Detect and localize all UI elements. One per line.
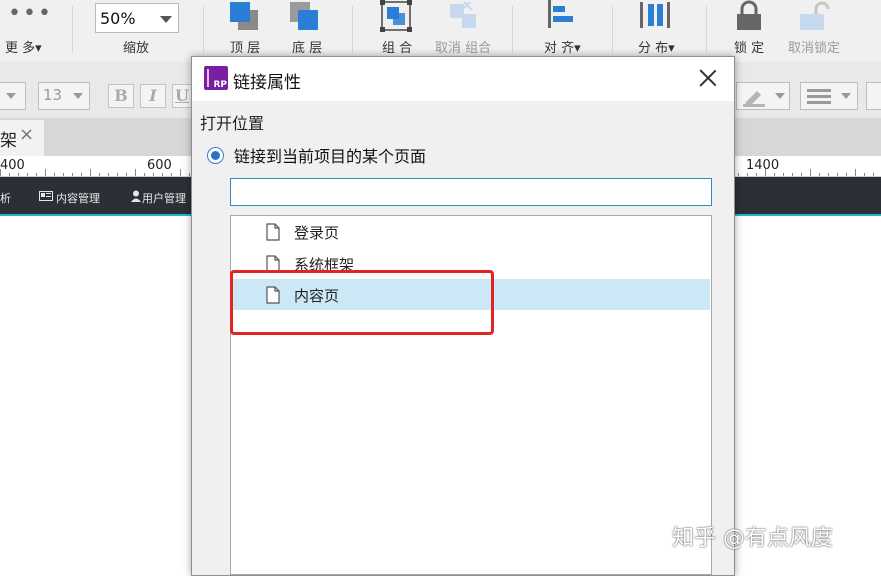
zoom-select[interactable]: 50% <box>95 3 179 33</box>
line-style-select[interactable] <box>800 82 858 110</box>
more-dots-icon: ••• <box>8 1 53 26</box>
lock-label: 锁 定 <box>734 41 765 56</box>
ruler-tick <box>45 169 46 176</box>
italic-button[interactable]: I <box>140 84 166 108</box>
ruler-tick <box>135 169 136 176</box>
lock-icon <box>737 0 761 30</box>
ungroup-icon <box>450 1 476 28</box>
bold-button[interactable]: B <box>108 84 134 108</box>
send-to-back-button[interactable]: 底 层 <box>284 0 334 62</box>
bring-front-label: 顶 层 <box>230 41 261 56</box>
toolbar-divider <box>72 6 73 52</box>
distribute-icon <box>640 2 670 28</box>
toolbar-divider <box>352 6 353 52</box>
send-back-label: 底 层 <box>292 41 323 56</box>
send-back-icon <box>290 2 318 30</box>
bring-front-icon <box>230 2 258 30</box>
link-to-page-label[interactable]: 链接到当前项目的某个页面 <box>234 143 426 167</box>
lock-button[interactable]: 锁 定 <box>726 0 776 62</box>
distribute-label: 分 布▾ <box>638 41 675 56</box>
tree-item-login[interactable]: 登录页 <box>232 216 710 247</box>
page-icon <box>266 223 280 241</box>
font-size-select[interactable]: 13 <box>38 82 90 110</box>
more-label: 更 多▾ <box>5 41 42 56</box>
tab-label: 架 <box>0 131 17 151</box>
ungroup-label: 取消 组合 <box>435 41 492 56</box>
line-width-select[interactable] <box>866 82 881 110</box>
news-icon <box>39 191 53 201</box>
toolbar-divider <box>512 6 513 52</box>
align-left-icon <box>548 0 573 28</box>
page-search-input[interactable] <box>230 178 712 206</box>
distribute-dropdown[interactable]: 分 布▾ <box>632 0 688 62</box>
chevron-down-icon <box>841 93 851 99</box>
ruler-label: 600 <box>147 158 172 173</box>
tree-item-label: 登录页 <box>294 224 340 242</box>
toolbar-divider <box>612 6 613 52</box>
unlock-label: 取消锁定 <box>788 41 841 56</box>
ruler-label: 1400 <box>746 158 780 173</box>
font-family-select[interactable] <box>0 82 26 110</box>
ungroup-button[interactable]: 取消 组合 <box>432 0 502 62</box>
axure-rp-logo-icon: RP <box>204 66 228 90</box>
watermark: 知乎 @有点风度 <box>672 526 833 551</box>
main-toolbar: ••• 更 多▾ 50% 缩放 顶 层 底 层 组 合 取消 组合 对 齐▾ 分… <box>0 0 881 62</box>
highlight-annotation <box>230 270 494 335</box>
zoom-label: 缩放 <box>123 41 150 56</box>
nav-item-partial[interactable]: 析 <box>0 190 11 206</box>
link-to-page-radio[interactable] <box>207 147 224 164</box>
chevron-down-icon <box>775 93 785 99</box>
zoom-value: 50% <box>100 9 136 28</box>
chevron-down-icon <box>73 93 83 99</box>
ruler-tick <box>855 169 856 176</box>
group-label: 组 合 <box>382 41 413 56</box>
ruler-tick <box>90 169 91 176</box>
group-button[interactable]: 组 合 <box>370 0 426 62</box>
toolbar-divider <box>706 6 707 52</box>
align-label: 对 齐▾ <box>544 41 581 56</box>
group-icon <box>380 0 412 32</box>
close-icon[interactable] <box>696 66 720 90</box>
more-button[interactable]: ••• 更 多▾ <box>0 0 62 62</box>
pen-icon <box>743 91 765 107</box>
unlock-button[interactable]: 取消锁定 <box>786 0 848 62</box>
nav-item-content-manage[interactable]: 内容管理 <box>56 190 100 206</box>
font-size-value: 13 <box>43 86 63 104</box>
toolbar-divider <box>203 6 204 52</box>
line-style-icon <box>807 89 831 104</box>
ruler-tick <box>180 169 181 176</box>
chevron-down-icon <box>6 93 16 99</box>
ruler-label: 400 <box>0 158 25 173</box>
chevron-down-icon <box>160 16 172 23</box>
dialog-title: 链接属性 <box>233 73 301 93</box>
nav-item-user-manage[interactable]: 用户管理 <box>142 190 186 206</box>
dialog-titlebar: RP 链接属性 <box>192 57 734 101</box>
ruler-tick <box>810 169 811 176</box>
bring-to-front-button[interactable]: 顶 层 <box>222 0 272 62</box>
unlock-icon <box>800 1 830 30</box>
line-color-select[interactable] <box>736 82 790 110</box>
underline-button[interactable]: U <box>172 84 192 108</box>
page-tree: 登录页 系统框架 内容页 <box>230 215 712 575</box>
open-location-label: 打开位置 <box>200 114 265 133</box>
user-icon <box>131 190 141 202</box>
align-dropdown[interactable]: 对 齐▾ <box>538 0 594 62</box>
close-icon[interactable]: × <box>19 124 34 145</box>
